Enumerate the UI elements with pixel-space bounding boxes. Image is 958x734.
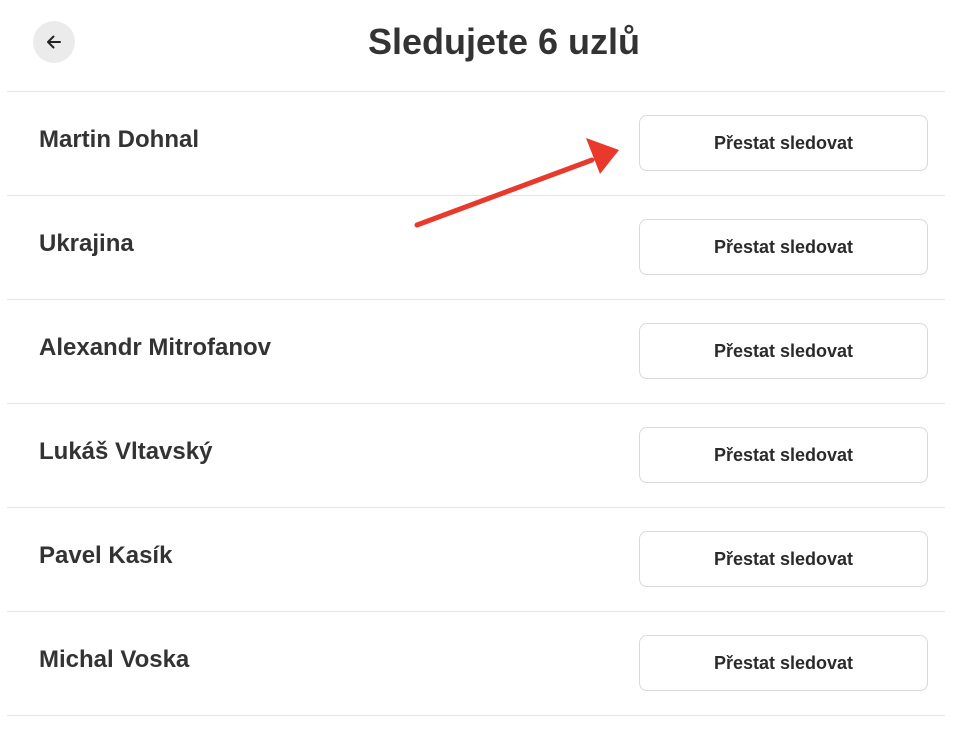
unfollow-button[interactable]: Přestat sledovat [639,427,928,483]
page-header: Sledujete 6 uzlů [0,0,958,90]
unfollow-button[interactable]: Přestat sledovat [639,323,928,379]
list-item: Ukrajina Přestat sledovat [7,195,945,299]
list-item: Alexandr Mitrofanov Přestat sledovat [7,299,945,403]
following-page: Sledujete 6 uzlů Martin Dohnal Přestat s… [0,0,958,734]
list-item: Pavel Kasík Přestat sledovat [7,507,945,611]
page-title: Sledujete 6 uzlů [367,21,641,62]
list-item: Lukáš Vltavský Přestat sledovat [7,403,945,507]
unfollow-button[interactable]: Přestat sledovat [639,219,928,275]
unfollow-button[interactable]: Přestat sledovat [639,635,928,691]
node-name: Alexandr Mitrofanov [39,334,272,361]
unfollow-button[interactable]: Přestat sledovat [639,115,928,171]
list-item: Martin Dohnal Přestat sledovat [7,91,945,195]
node-name: Martin Dohnal [39,126,199,153]
node-name: Pavel Kasík [39,542,173,569]
list-item: Michal Voska Přestat sledovat [7,611,945,716]
unfollow-button[interactable]: Přestat sledovat [639,531,928,587]
following-list: Martin Dohnal Přestat sledovat Ukrajina … [7,91,945,716]
node-name: Michal Voska [39,646,190,673]
node-name: Lukáš Vltavský [39,438,213,465]
node-name: Ukrajina [39,230,134,257]
